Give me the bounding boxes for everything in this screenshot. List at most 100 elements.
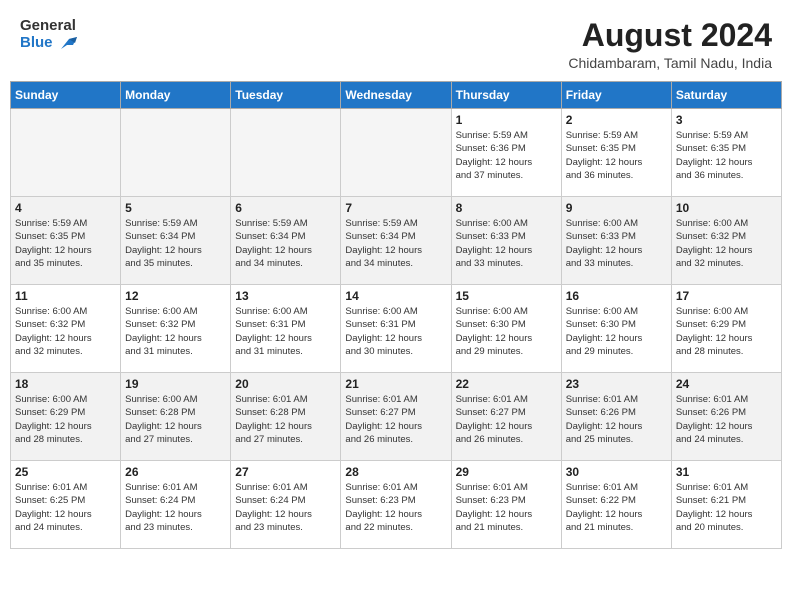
calendar-cell: 29Sunrise: 6:01 AM Sunset: 6:23 PM Dayli… (451, 461, 561, 549)
day-number: 18 (15, 377, 116, 391)
day-number: 24 (676, 377, 777, 391)
calendar-cell: 13 Sunrise: 6:00 AM Sunset: 6:31 PM Dayli… (231, 285, 341, 373)
calendar-week-row: 1 Sunrise: 5:59 AM Sunset: 6:36 PM Daylig… (11, 109, 782, 197)
calendar-cell: 3Sunrise: 5:59 AM Sunset: 6:35 PM Daylig… (671, 109, 781, 197)
day-info: Sunrise: 5:59 AM Sunset: 6:34 PM Dayligh… (345, 217, 446, 270)
weekday-header-thursday: Thursday (451, 82, 561, 109)
day-info: Sunrise: 6:01 AM Sunset: 6:21 PM Dayligh… (676, 481, 777, 534)
calendar-cell: 30 Sunrise: 6:01 AM Sunset: 6:22 PM Dayli… (561, 461, 671, 549)
day-info: Sunrise: 5:59 AM Sunset: 6:36 PM Dayligh… (456, 129, 557, 182)
day-number: 9 (566, 201, 667, 215)
calendar-cell: 15 Sunrise: 6:00 AM Sunset: 6:30 PM Dayli… (451, 285, 561, 373)
logo-bird-icon (55, 35, 77, 53)
calendar-cell: 14Sunrise: 6:00 AM Sunset: 6:31 PM Dayli… (341, 285, 451, 373)
day-number: 4 (15, 201, 116, 215)
calendar-cell (11, 109, 121, 197)
calendar-cell: 12 Sunrise: 6:00 AM Sunset: 6:32 PM Dayli… (121, 285, 231, 373)
weekday-header-tuesday: Tuesday (231, 82, 341, 109)
day-number: 16 (566, 289, 667, 303)
day-number: 15 (456, 289, 557, 303)
calendar-week-row: 18Sunrise: 6:00 AM Sunset: 6:29 PM Dayli… (11, 373, 782, 461)
day-info: Sunrise: 6:00 AM Sunset: 6:30 PM Dayligh… (566, 305, 667, 358)
day-info: Sunrise: 6:00 AM Sunset: 6:33 PM Dayligh… (566, 217, 667, 270)
location-subtitle: Chidambaram, Tamil Nadu, India (568, 55, 772, 71)
calendar-table: SundayMondayTuesdayWednesdayThursdayFrid… (10, 81, 782, 549)
calendar-cell: 17 Sunrise: 6:00 AM Sunset: 6:29 PM Dayli… (671, 285, 781, 373)
weekday-header-friday: Friday (561, 82, 671, 109)
calendar-cell: 19 Sunrise: 6:00 AM Sunset: 6:28 PM Dayli… (121, 373, 231, 461)
day-number: 20 (235, 377, 336, 391)
calendar-week-row: 4 Sunrise: 5:59 AM Sunset: 6:35 PM Daylig… (11, 197, 782, 285)
day-number: 12 (125, 289, 226, 303)
day-info: Sunrise: 6:00 AM Sunset: 6:32 PM Dayligh… (676, 217, 777, 270)
day-info: Sunrise: 6:01 AM Sunset: 6:22 PM Dayligh… (566, 481, 667, 534)
calendar-cell: 4 Sunrise: 5:59 AM Sunset: 6:35 PM Daylig… (11, 197, 121, 285)
day-info: Sunrise: 6:00 AM Sunset: 6:33 PM Dayligh… (456, 217, 557, 270)
calendar-week-row: 11Sunrise: 6:00 AM Sunset: 6:32 PM Dayli… (11, 285, 782, 373)
calendar-cell (231, 109, 341, 197)
day-number: 10 (676, 201, 777, 215)
day-number: 28 (345, 465, 446, 479)
day-number: 31 (676, 465, 777, 479)
day-info: Sunrise: 6:01 AM Sunset: 6:27 PM Dayligh… (345, 393, 446, 446)
title-block: August 2024 Chidambaram, Tamil Nadu, Ind… (568, 18, 772, 71)
day-number: 30 (566, 465, 667, 479)
calendar-cell: 21 Sunrise: 6:01 AM Sunset: 6:27 PM Dayli… (341, 373, 451, 461)
day-info: Sunrise: 6:01 AM Sunset: 6:24 PM Dayligh… (125, 481, 226, 534)
day-number: 29 (456, 465, 557, 479)
weekday-header-row: SundayMondayTuesdayWednesdayThursdayFrid… (11, 82, 782, 109)
day-number: 2 (566, 113, 667, 127)
day-info: Sunrise: 5:59 AM Sunset: 6:34 PM Dayligh… (235, 217, 336, 270)
day-info: Sunrise: 6:01 AM Sunset: 6:23 PM Dayligh… (345, 481, 446, 534)
calendar-cell: 11Sunrise: 6:00 AM Sunset: 6:32 PM Dayli… (11, 285, 121, 373)
calendar-cell: 24 Sunrise: 6:01 AM Sunset: 6:26 PM Dayli… (671, 373, 781, 461)
day-number: 22 (456, 377, 557, 391)
day-number: 5 (125, 201, 226, 215)
logo-blue: Blue (20, 35, 53, 52)
weekday-header-wednesday: Wednesday (341, 82, 451, 109)
calendar-cell: 18Sunrise: 6:00 AM Sunset: 6:29 PM Dayli… (11, 373, 121, 461)
day-info: Sunrise: 6:01 AM Sunset: 6:25 PM Dayligh… (15, 481, 116, 534)
day-number: 1 (456, 113, 557, 127)
page-header: General Blue August 2024 Chidambaram, Ta… (10, 10, 782, 75)
day-info: Sunrise: 6:01 AM Sunset: 6:26 PM Dayligh… (676, 393, 777, 446)
day-info: Sunrise: 5:59 AM Sunset: 6:35 PM Dayligh… (676, 129, 777, 182)
day-number: 25 (15, 465, 116, 479)
calendar-cell: 5Sunrise: 5:59 AM Sunset: 6:34 PM Daylig… (121, 197, 231, 285)
day-number: 13 (235, 289, 336, 303)
day-info: Sunrise: 6:00 AM Sunset: 6:31 PM Dayligh… (235, 305, 336, 358)
day-info: Sunrise: 6:01 AM Sunset: 6:24 PM Dayligh… (235, 481, 336, 534)
calendar-cell: 8Sunrise: 6:00 AM Sunset: 6:33 PM Daylig… (451, 197, 561, 285)
calendar-cell: 6Sunrise: 5:59 AM Sunset: 6:34 PM Daylig… (231, 197, 341, 285)
calendar-cell (341, 109, 451, 197)
calendar-cell: 2Sunrise: 5:59 AM Sunset: 6:35 PM Daylig… (561, 109, 671, 197)
calendar-cell: 31 Sunrise: 6:01 AM Sunset: 6:21 PM Dayli… (671, 461, 781, 549)
calendar-cell: 9 Sunrise: 6:00 AM Sunset: 6:33 PM Daylig… (561, 197, 671, 285)
day-number: 14 (345, 289, 446, 303)
day-info: Sunrise: 6:00 AM Sunset: 6:29 PM Dayligh… (676, 305, 777, 358)
month-year-title: August 2024 (568, 18, 772, 53)
day-info: Sunrise: 6:00 AM Sunset: 6:28 PM Dayligh… (125, 393, 226, 446)
calendar-cell: 28 Sunrise: 6:01 AM Sunset: 6:23 PM Dayli… (341, 461, 451, 549)
day-number: 27 (235, 465, 336, 479)
day-number: 17 (676, 289, 777, 303)
day-info: Sunrise: 6:00 AM Sunset: 6:32 PM Dayligh… (125, 305, 226, 358)
calendar-cell: 10 Sunrise: 6:00 AM Sunset: 6:32 PM Dayli… (671, 197, 781, 285)
day-number: 21 (345, 377, 446, 391)
calendar-cell: 1 Sunrise: 5:59 AM Sunset: 6:36 PM Daylig… (451, 109, 561, 197)
day-info: Sunrise: 6:00 AM Sunset: 6:32 PM Dayligh… (15, 305, 116, 358)
day-info: Sunrise: 6:00 AM Sunset: 6:30 PM Dayligh… (456, 305, 557, 358)
calendar-cell: 26 Sunrise: 6:01 AM Sunset: 6:24 PM Dayli… (121, 461, 231, 549)
day-info: Sunrise: 6:01 AM Sunset: 6:26 PM Dayligh… (566, 393, 667, 446)
calendar-cell: 25 Sunrise: 6:01 AM Sunset: 6:25 PM Dayli… (11, 461, 121, 549)
day-info: Sunrise: 6:01 AM Sunset: 6:28 PM Dayligh… (235, 393, 336, 446)
day-number: 19 (125, 377, 226, 391)
calendar-week-row: 25 Sunrise: 6:01 AM Sunset: 6:25 PM Dayli… (11, 461, 782, 549)
logo: General Blue (20, 18, 77, 53)
day-number: 26 (125, 465, 226, 479)
day-info: Sunrise: 5:59 AM Sunset: 6:35 PM Dayligh… (15, 217, 116, 270)
calendar-cell: 27 Sunrise: 6:01 AM Sunset: 6:24 PM Dayli… (231, 461, 341, 549)
calendar-cell: 7Sunrise: 5:59 AM Sunset: 6:34 PM Daylig… (341, 197, 451, 285)
logo-general: General (20, 18, 77, 35)
calendar-cell: 20 Sunrise: 6:01 AM Sunset: 6:28 PM Dayli… (231, 373, 341, 461)
